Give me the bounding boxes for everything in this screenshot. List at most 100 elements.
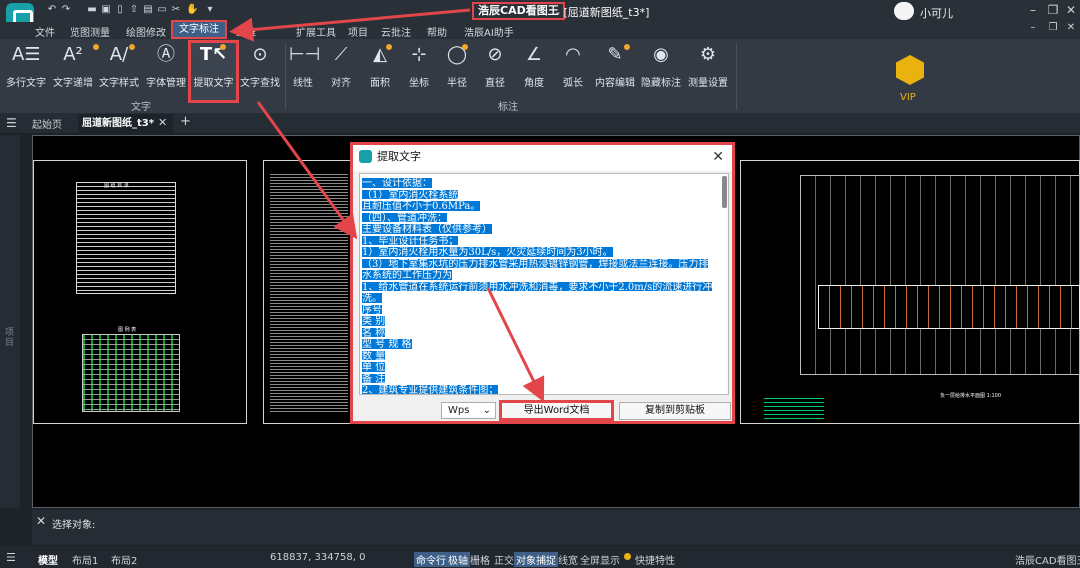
hide-dim-button[interactable]: ◉ 隐藏标注 (640, 42, 682, 92)
toggle-lineweight[interactable]: 线宽 (558, 552, 578, 567)
toggle-grid[interactable]: 栅格 (470, 552, 490, 567)
restore-icon[interactable]: ❐ (1044, 3, 1062, 17)
text-line-content: 且耐压值不小于0.6MPa。 (362, 201, 481, 211)
text-line: 主要设备材料表（仅供参考） (362, 222, 728, 234)
text-increment-button[interactable]: A² 文字递增 (52, 42, 94, 92)
menu-icon[interactable]: ☰ (6, 116, 17, 130)
text-line: （1）室内消火栓系统 (362, 188, 728, 199)
doc-minimize-icon[interactable]: – (1024, 22, 1042, 33)
edit-content-button[interactable]: ✎ 内容编辑 (594, 42, 636, 92)
notes-text-block (270, 172, 348, 412)
arc-length-button[interactable]: ◠ 弧长 (558, 42, 588, 92)
quick-properties[interactable]: 快捷特性 (635, 552, 675, 567)
menu-extensions[interactable]: 扩展工具 (296, 24, 336, 39)
text-scrollbar[interactable] (722, 176, 727, 208)
cut-icon[interactable]: ✂ (170, 4, 182, 16)
toggle-ortho[interactable]: 正交 (494, 552, 514, 567)
text-line-content: 2、建筑专业提供建筑条件图； (362, 385, 499, 395)
menu-file[interactable]: 文件 (35, 24, 55, 39)
coordinate-button[interactable]: ⊹ 坐标 (404, 42, 434, 92)
legend-title: 图 例 表 (118, 327, 137, 333)
export-word-button[interactable]: 导出Word文档 (499, 400, 614, 421)
menu-help[interactable]: 帮助 (427, 24, 447, 39)
text-style-button[interactable]: A/文字样式 (98, 42, 140, 92)
close-window-icon[interactable]: ✕ (1062, 3, 1080, 17)
text-line-content: 型 号 规 格 (362, 339, 412, 349)
find-text-icon: ⊙ (252, 44, 268, 65)
eye-hide-icon: ◉ (653, 44, 669, 65)
menu-text-annotation[interactable]: 文字标注 (171, 20, 227, 39)
status-app-name: 浩辰CAD看图王 (1015, 556, 1080, 567)
copy-clipboard-button[interactable]: 复制到剪贴板 (619, 402, 731, 420)
tab-layout2[interactable]: 布局2 (111, 552, 137, 567)
tab-model[interactable]: 模型 (38, 552, 58, 567)
quick-properties-icon[interactable] (624, 553, 631, 560)
extract-text-button[interactable]: T↖ 提取文字 (191, 42, 236, 92)
aligned-dim-button[interactable]: ⟋ 对齐 (325, 42, 357, 92)
new-badge-icon (129, 44, 135, 50)
text-group-label: 文字 (131, 102, 151, 113)
menu-ai-assistant[interactable]: 浩辰AI助手 (464, 24, 514, 39)
undo-icon[interactable]: ↶ (46, 4, 58, 16)
redo-icon[interactable]: ↷ (60, 4, 72, 16)
username[interactable]: 小可儿 (920, 5, 953, 21)
menu-cloud-annotation[interactable]: 云批注 (381, 24, 411, 39)
menu-3d[interactable]: 三维 (236, 24, 256, 39)
font-manager-icon: Ⓐ (157, 44, 175, 65)
linear-dim-button[interactable]: ⊢⊣ 线性 (289, 42, 320, 92)
left-panel[interactable] (0, 135, 20, 508)
find-text-button[interactable]: ⊙ 文字查找 (239, 42, 281, 92)
menu-view-measure[interactable]: 览图测量 (70, 24, 110, 39)
tab-home[interactable]: 起始页 (32, 116, 62, 131)
customize-icon[interactable]: ▾ (204, 4, 216, 16)
text-line-content: 数 量 (362, 350, 386, 360)
mtext-button[interactable]: A☰ 多行文字 (5, 42, 47, 92)
font-manager-button[interactable]: Ⓐ 字体管理 (144, 42, 188, 92)
dialog-close-button[interactable]: ✕ (712, 149, 724, 165)
vip-label[interactable]: VIP (900, 92, 916, 103)
text-line: （3）地下室集水坑的压力排水管采用热浸镀锌钢管，焊接或法兰连接。压力排 (362, 257, 728, 268)
close-tab-icon[interactable]: ✕ (158, 116, 167, 129)
extracted-text-area[interactable]: 一、设计依据： （1）室内消火栓系统 且耐压值不小于0.6MPa。 （四）、管道冲洗：… (359, 173, 729, 395)
toggle-command-line[interactable]: 命令行 (414, 552, 448, 567)
file-icon[interactable]: ▯ (114, 4, 126, 16)
new-badge-icon (462, 44, 468, 50)
toggle-polar[interactable]: 极轴 (446, 552, 470, 567)
text-line: 名 称 (362, 326, 728, 337)
angle-button[interactable]: ∠ 角度 (518, 42, 550, 92)
text-line: 类 别 (362, 314, 728, 326)
copy-icon[interactable]: ▭ (156, 4, 168, 16)
menu-draw-modify[interactable]: 绘图修改 (126, 24, 166, 39)
save-icon[interactable]: ▣ (100, 4, 112, 16)
export-icon[interactable]: ⇧ (128, 4, 140, 16)
menu-project[interactable]: 项目 (348, 24, 368, 39)
command-area[interactable] (32, 510, 1080, 545)
tab-layout1[interactable]: 布局1 (72, 552, 98, 567)
radius-button[interactable]: ◯ 半径 (442, 42, 472, 92)
doc-close-icon[interactable]: ✕ (1062, 22, 1080, 33)
text-line: 水系统的工作压力为 (362, 268, 728, 280)
diameter-button[interactable]: ⊘ 直径 (480, 42, 510, 92)
measure-settings-button[interactable]: ⚙ 测量设置 (687, 42, 729, 92)
area-button[interactable]: ◭ 面积 (364, 42, 396, 92)
command-prompt: 选择对象: (52, 520, 96, 531)
avatar[interactable] (894, 2, 914, 20)
minimize-icon[interactable]: – (1024, 3, 1042, 17)
toggle-object-snap[interactable]: 对象捕捉 (514, 552, 558, 567)
text-line: 序号 (362, 303, 728, 314)
text-line-content: 主要设备材料表（仅供参考） (362, 224, 492, 234)
command-close-icon[interactable]: ✕ (36, 514, 46, 528)
print-icon[interactable]: ▤ (142, 4, 154, 16)
format-select[interactable]: Wps ⌄ (441, 402, 496, 419)
legend-table (82, 334, 180, 412)
doc-restore-icon[interactable]: ❐ (1044, 22, 1062, 33)
pan-icon[interactable]: ✋ (186, 4, 198, 16)
project-panel-label[interactable]: 项目 (5, 328, 15, 348)
text-line: 1、给水管道在系统运行前须用水冲洗和消毒，要求不小于2.0m/s的流速进行冲 (362, 280, 728, 291)
toggle-fullscreen[interactable]: 全屏显示 (580, 552, 620, 567)
text-line-content: （3）地下室集水坑的压力排水管采用热浸镀锌钢管，焊接或法兰连接。压力排 (362, 258, 709, 268)
layout-menu-icon[interactable]: ☰ (6, 551, 16, 564)
add-tab-icon[interactable]: + (180, 114, 191, 129)
open-icon[interactable]: ▬ (86, 4, 98, 16)
text-line-content: 1）室内消火栓用水量为30L/s，火灾延续时间为3小时。 (362, 247, 613, 257)
